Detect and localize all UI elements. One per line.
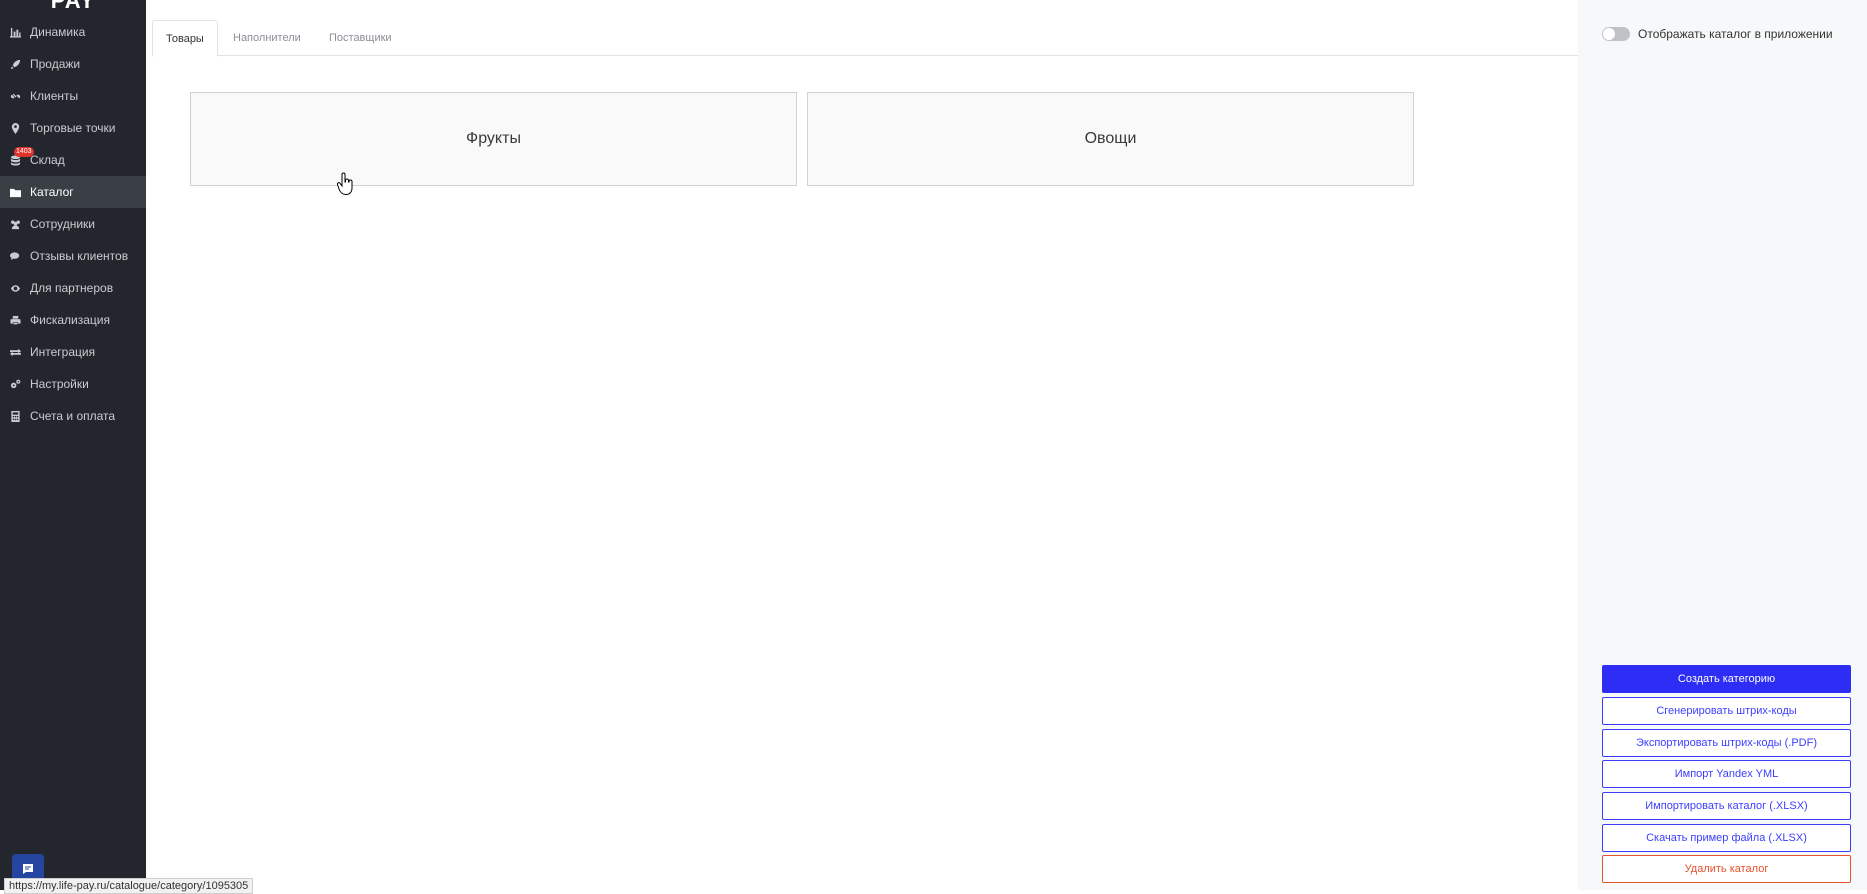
sidebar-item-label: Счета и оплата xyxy=(30,409,116,423)
map-pin-icon xyxy=(8,121,22,135)
import-yandex-yml-button[interactable]: Импорт Yandex YML xyxy=(1602,760,1851,788)
generate-barcodes-button[interactable]: Сгенерировать штрих-коды xyxy=(1602,697,1851,725)
users-icon xyxy=(8,217,22,231)
sidebar-item-label: Динамика xyxy=(30,25,86,39)
sidebar-item-label: Клиенты xyxy=(30,89,79,103)
bar-chart-icon xyxy=(8,25,22,39)
folder-icon xyxy=(8,185,22,199)
sidebar-item-label: Отзывы клиентов xyxy=(30,249,129,263)
sidebar-item-fiscalization[interactable]: Фискализация xyxy=(0,304,146,336)
printer-icon xyxy=(8,313,22,327)
sidebar-item-sales[interactable]: Продажи xyxy=(0,48,146,80)
sidebar: PAY Динамика Продажи Клиенты Торговые то… xyxy=(0,0,146,890)
catalog-visibility-toggle[interactable] xyxy=(1602,27,1630,41)
sidebar-item-label: Каталог xyxy=(30,185,74,199)
cogs-icon xyxy=(8,377,22,391)
tab-suppliers[interactable]: Поставщики xyxy=(316,20,405,54)
sidebar-item-dynamics[interactable]: Динамика xyxy=(0,16,146,48)
download-sample-xlsx-button[interactable]: Скачать пример файла (.XLSX) xyxy=(1602,824,1851,852)
sidebar-item-label: Для партнеров xyxy=(30,281,114,295)
warehouse-badge: 1403 xyxy=(14,147,34,157)
status-url: https://my.life-pay.ru/catalogue/categor… xyxy=(4,878,254,894)
exchange-icon xyxy=(8,345,22,359)
import-catalog-xlsx-button[interactable]: Импортировать каталог (.XLSX) xyxy=(1602,792,1851,820)
sidebar-item-label: Склад xyxy=(30,153,65,167)
sidebar-item-billing[interactable]: Счета и оплата xyxy=(0,400,146,432)
sidebar-item-label: Фискализация xyxy=(30,313,110,327)
comments-icon xyxy=(8,249,22,263)
rocket-icon xyxy=(8,57,22,71)
sidebar-item-catalog[interactable]: Каталог xyxy=(0,176,146,208)
category-card-fruits[interactable]: Фрукты xyxy=(190,92,797,186)
hand-cursor-icon xyxy=(337,172,353,196)
sidebar-item-label: Продажи xyxy=(30,57,81,71)
eye-icon xyxy=(8,281,22,295)
catalog-visibility-row: Отображать каталог в приложении xyxy=(1602,27,1833,41)
tab-bar: Товары Наполнители Поставщики xyxy=(152,20,1578,57)
sidebar-item-settings[interactable]: Настройки xyxy=(0,368,146,400)
export-barcodes-pdf-button[interactable]: Экспортировать штрих-коды (.PDF) xyxy=(1602,729,1851,757)
sidebar-item-partners[interactable]: Для партнеров xyxy=(0,272,146,304)
calculator-icon xyxy=(8,409,22,423)
link-icon xyxy=(8,89,22,103)
sidebar-item-outlets[interactable]: Торговые точки xyxy=(0,112,146,144)
delete-catalog-button[interactable]: Удалить каталог xyxy=(1602,855,1851,883)
logo: PAY xyxy=(50,0,96,13)
sidebar-item-label: Интеграция xyxy=(30,345,96,359)
sidebar-item-warehouse[interactable]: 1403 Склад xyxy=(0,144,146,176)
sidebar-item-clients[interactable]: Клиенты xyxy=(0,80,146,112)
right-panel: Отображать каталог в приложении Создать … xyxy=(1578,0,1867,890)
sidebar-item-reviews[interactable]: Отзывы клиентов xyxy=(0,240,146,272)
category-card-vegetables[interactable]: Овощи xyxy=(807,92,1414,186)
tab-fillers[interactable]: Наполнители xyxy=(220,20,314,54)
catalog-visibility-label: Отображать каталог в приложении xyxy=(1638,27,1833,41)
chat-icon xyxy=(23,864,33,874)
sidebar-item-label: Сотрудники xyxy=(30,217,95,231)
sidebar-nav: Динамика Продажи Клиенты Торговые точки … xyxy=(0,16,146,432)
sidebar-item-employees[interactable]: Сотрудники xyxy=(0,208,146,240)
sidebar-item-label: Торговые точки xyxy=(30,121,116,135)
sidebar-item-label: Настройки xyxy=(30,377,89,391)
sidebar-item-integration[interactable]: Интеграция xyxy=(0,336,146,368)
create-category-button[interactable]: Создать категорию xyxy=(1602,665,1851,693)
tab-products[interactable]: Товары xyxy=(152,20,218,57)
